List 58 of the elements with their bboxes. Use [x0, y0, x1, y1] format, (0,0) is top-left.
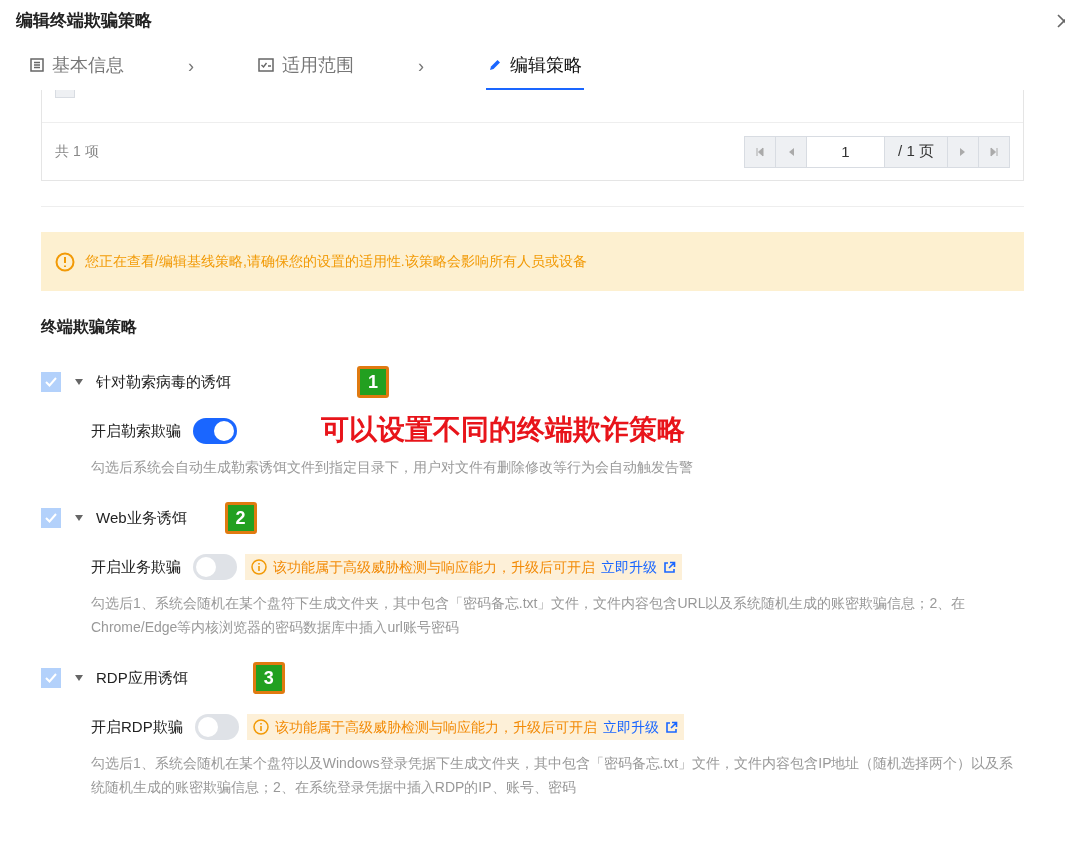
first-page-button[interactable] — [744, 135, 775, 168]
warning-text: 您正在查看/编辑基线策略,请确保您的设置的适用性.该策略会影响所有人员或设备 — [85, 252, 587, 271]
caret-icon[interactable] — [74, 674, 84, 682]
section-title: 终端欺骗策略 — [41, 317, 138, 337]
step-badge: 2 — [224, 502, 257, 534]
caret-icon[interactable] — [74, 378, 84, 386]
check-icon — [45, 513, 57, 523]
last-page-button[interactable] — [979, 135, 1010, 168]
upgrade-link[interactable]: 立即升级 — [602, 716, 659, 738]
chevron-icon: › — [418, 52, 424, 80]
row-checkbox[interactable] — [55, 90, 75, 98]
toggle-switch[interactable] — [193, 418, 237, 444]
annotation-text: 可以设置不同的终端欺诈策略 — [321, 413, 685, 447]
policy-description: 勾选后系统会自动生成勒索诱饵文件到指定目录下，用户对文件有删除修改等行为会自动触发告警 — [91, 458, 694, 477]
policy-description: 勾选后1、系统会随机在某个盘符下生成文件夹，其中包含「密码备忘.txt」文件，文件内容包含URL以及系统随机生成的账密欺骗信息；2、在Chrome/Edge等内核浏览器的密码数据库中插入url账号密码 — [91, 594, 967, 637]
next-page-button[interactable] — [948, 135, 979, 168]
chevron-icon: › — [188, 52, 194, 80]
info-icon — [251, 559, 267, 575]
close-icon[interactable] — [1057, 14, 1065, 28]
toggle-switch[interactable] — [194, 714, 239, 740]
step-badge: 1 — [357, 366, 389, 398]
policy-checkbox[interactable] — [41, 668, 61, 688]
list-icon — [30, 58, 44, 72]
page-total: / 1 页 — [885, 135, 948, 168]
external-link-icon[interactable] — [663, 560, 676, 574]
check-icon — [45, 673, 57, 683]
notice-text: 该功能属于高级威胁检测与响应能力，升级后可开启 — [274, 717, 597, 737]
info-icon — [252, 719, 269, 735]
policy-title: RDP应用诱饵 — [96, 667, 188, 688]
prev-page-button[interactable] — [775, 135, 806, 168]
policy-checkbox[interactable] — [41, 508, 61, 528]
notice-text: 该功能属于高级威胁检测与响应能力，升级后可开启 — [273, 557, 595, 577]
policy-title: Web业务诱饵 — [96, 507, 187, 528]
check-icon — [45, 377, 57, 387]
right-triangle-icon — [959, 146, 967, 157]
page-input[interactable]: 1 — [806, 135, 885, 168]
policy-description: 勾选后1、系统会随机在某个盘符以及Windows登录凭据下生成文件夹，其中包含「密码备忘.txt」文件，文件内容包含IP地址（随机选择两个）以及系统随机生成的账密欺骗信息；2、在系统登录凭据中插入RDP的IP、账号、密码 — [91, 754, 1015, 797]
dialog-title: 编辑终端欺骗策略 — [16, 10, 152, 33]
policy-checkbox[interactable] — [41, 372, 61, 392]
warning-icon — [55, 251, 75, 272]
toggle-label: 开启RDP欺骗 — [91, 716, 183, 737]
total-count: 共 1 项 — [55, 142, 99, 161]
toggle-label: 开启业务欺骗 — [91, 556, 181, 577]
checklist-icon — [258, 58, 274, 72]
external-link-icon[interactable] — [664, 720, 678, 734]
step-tab[interactable]: 基本信息 — [28, 42, 126, 90]
first-page-icon — [755, 146, 765, 157]
caret-icon[interactable] — [74, 514, 84, 522]
upgrade-link[interactable]: 立即升级 — [601, 556, 657, 578]
pencil-icon — [488, 58, 502, 72]
last-page-icon — [989, 146, 999, 157]
left-triangle-icon — [787, 146, 795, 157]
step-tab[interactable]: 编辑策略 — [486, 42, 584, 90]
toggle-label: 开启勒索欺骗 — [91, 420, 181, 441]
policy-title: 针对勒索病毒的诱饵 — [96, 371, 231, 392]
step-badge: 3 — [252, 662, 285, 694]
step-tab[interactable]: 适用范围 — [256, 42, 356, 90]
toggle-switch[interactable] — [193, 554, 237, 580]
